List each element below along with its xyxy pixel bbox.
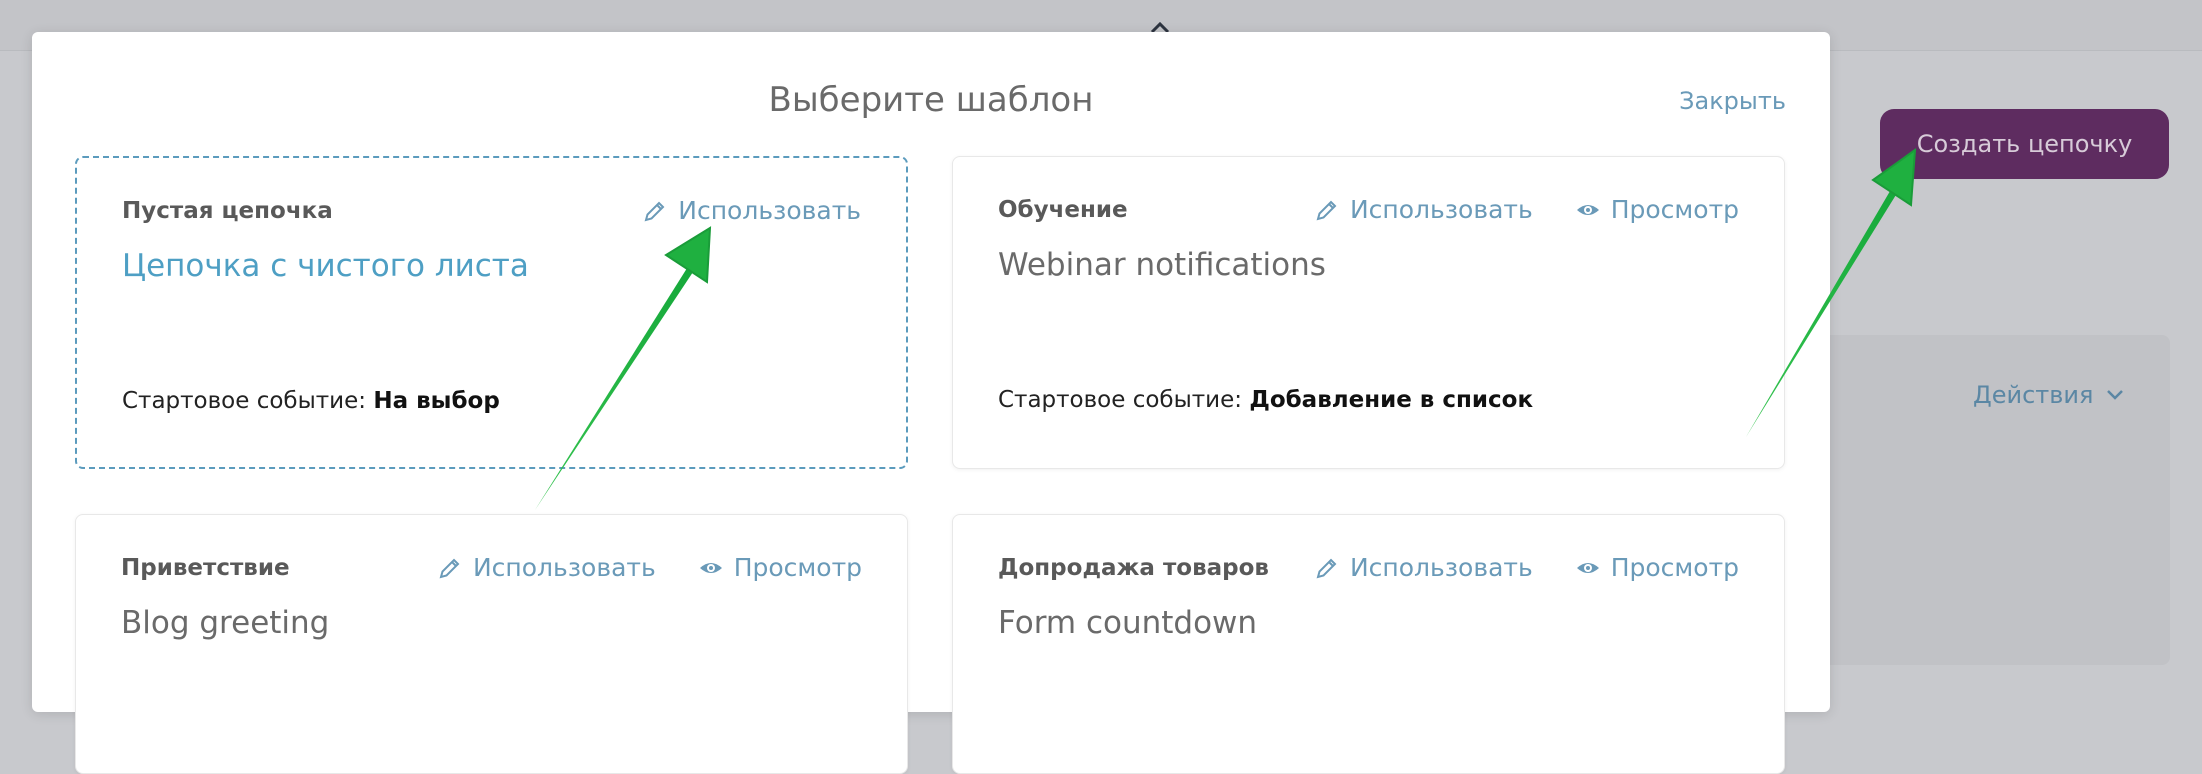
start-event-value: На выбор xyxy=(373,388,500,414)
use-button[interactable]: Использовать xyxy=(437,553,656,582)
card-name: Цепочка с чистого листа xyxy=(122,248,529,284)
card-name: Webinar notifications xyxy=(998,247,1326,283)
preview-button[interactable]: Просмотр xyxy=(698,553,862,582)
preview-button[interactable]: Просмотр xyxy=(1575,195,1739,224)
start-event-label: Стартовое событие: xyxy=(998,387,1243,413)
template-card-upsell[interactable]: Допродажа товаров Использовать Просмотр … xyxy=(952,514,1785,774)
template-picker-modal: Выберите шаблон Закрыть Пустая цепочка И… xyxy=(32,32,1830,774)
card-category: Приветствие xyxy=(121,554,290,581)
pencil-icon xyxy=(439,558,460,578)
template-card-empty[interactable]: Пустая цепочка Использовать Цепочка с чи… xyxy=(75,156,908,469)
create-chain-button[interactable]: Создать цепочку xyxy=(1880,109,2169,179)
actions-label: Действия xyxy=(1973,381,2094,409)
use-button[interactable]: Использовать xyxy=(642,196,861,225)
pencil-icon xyxy=(644,201,665,221)
card-category: Пустая цепочка xyxy=(122,197,333,224)
use-button[interactable]: Использовать xyxy=(1314,553,1533,582)
use-button[interactable]: Использовать xyxy=(1314,195,1533,224)
preview-label: Просмотр xyxy=(1610,553,1739,582)
preview-button[interactable]: Просмотр xyxy=(1575,553,1739,582)
start-event: Стартовое событие: На выбор xyxy=(122,388,500,414)
card-name: Form countdown xyxy=(998,605,1258,641)
pencil-icon xyxy=(1316,200,1337,220)
eye-icon xyxy=(1576,562,1599,573)
preview-label: Просмотр xyxy=(733,553,862,582)
use-label: Использовать xyxy=(472,553,656,582)
close-link[interactable]: Закрыть xyxy=(1679,87,1786,115)
actions-dropdown[interactable]: Действия xyxy=(1973,381,2125,409)
template-card-greeting[interactable]: Приветствие Использовать Просмотр Blog g… xyxy=(75,514,908,774)
pencil-icon xyxy=(1316,558,1337,578)
template-card-training[interactable]: Обучение Использовать Просмотр Webinar n… xyxy=(952,156,1785,469)
modal-title: Выберите шаблон xyxy=(768,80,1094,120)
use-label: Использовать xyxy=(678,196,861,225)
eye-icon xyxy=(699,562,722,573)
preview-label: Просмотр xyxy=(1610,195,1739,224)
use-label: Использовать xyxy=(1349,195,1533,224)
card-name: Blog greeting xyxy=(121,605,330,641)
start-event-value: Добавление в список xyxy=(1249,387,1534,413)
card-category: Допродажа товаров xyxy=(998,554,1269,581)
chevron-down-icon xyxy=(2107,390,2124,400)
card-category: Обучение xyxy=(998,196,1128,223)
start-event: Стартовое событие: Добавление в список xyxy=(998,387,1533,413)
eye-icon xyxy=(1576,204,1599,215)
start-event-label: Стартовое событие: xyxy=(122,388,367,414)
use-label: Использовать xyxy=(1349,553,1533,582)
